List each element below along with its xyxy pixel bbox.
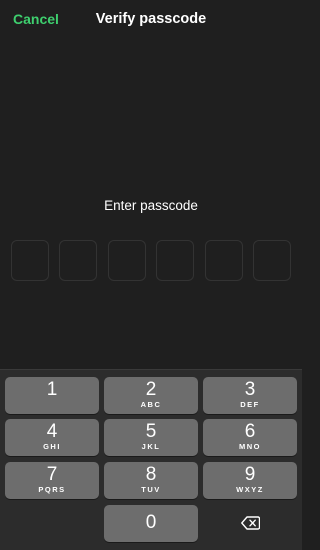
key-1[interactable]: 1 bbox=[5, 377, 99, 414]
key-9[interactable]: 9 WXYZ bbox=[203, 462, 297, 499]
key-number: 5 bbox=[145, 421, 157, 442]
key-2[interactable]: 2 ABC bbox=[104, 377, 198, 414]
key-number: 8 bbox=[145, 464, 157, 485]
key-letters: DEF bbox=[240, 400, 260, 409]
passcode-input[interactable] bbox=[11, 240, 291, 281]
passcode-digit-box bbox=[59, 240, 97, 281]
key-number: 6 bbox=[244, 421, 256, 442]
passcode-digit-box bbox=[253, 240, 291, 281]
key-6[interactable]: 6 MNO bbox=[203, 419, 297, 456]
key-letters: JKL bbox=[141, 442, 161, 451]
numeric-keypad: 1 2 ABC 3 DEF 4 GHI 5 JKL 6 MNO 7 PQRS 8 bbox=[0, 369, 302, 550]
key-number: 0 bbox=[145, 512, 157, 533]
key-4[interactable]: 4 GHI bbox=[5, 419, 99, 456]
passcode-digit-box bbox=[108, 240, 146, 281]
header: Cancel Verify passcode bbox=[0, 0, 302, 40]
key-letters: PQRS bbox=[38, 485, 66, 494]
backspace-icon bbox=[241, 516, 260, 530]
key-0[interactable]: 0 bbox=[104, 505, 198, 542]
key-number: 2 bbox=[145, 379, 157, 400]
backspace-button[interactable] bbox=[203, 505, 297, 542]
passcode-digit-box bbox=[156, 240, 194, 281]
key-8[interactable]: 8 TUV bbox=[104, 462, 198, 499]
key-number: 3 bbox=[244, 379, 256, 400]
verify-passcode-screen: Cancel Verify passcode Enter passcode 1 … bbox=[0, 0, 302, 550]
passcode-digit-box bbox=[205, 240, 243, 281]
key-3[interactable]: 3 DEF bbox=[203, 377, 297, 414]
key-number: 7 bbox=[46, 464, 58, 485]
key-5[interactable]: 5 JKL bbox=[104, 419, 198, 456]
key-number: 4 bbox=[46, 421, 58, 442]
passcode-digit-box bbox=[11, 240, 49, 281]
key-letters: MNO bbox=[239, 442, 261, 451]
key-letters: WXYZ bbox=[236, 485, 264, 494]
key-letters: ABC bbox=[140, 400, 162, 409]
key-letters: GHI bbox=[43, 442, 61, 451]
key-number: 9 bbox=[244, 464, 256, 485]
key-letters: TUV bbox=[141, 485, 161, 494]
key-number: 1 bbox=[46, 379, 58, 400]
key-7[interactable]: 7 PQRS bbox=[5, 462, 99, 499]
page-title: Verify passcode bbox=[95, 11, 207, 27]
passcode-prompt: Enter passcode bbox=[104, 198, 198, 213]
